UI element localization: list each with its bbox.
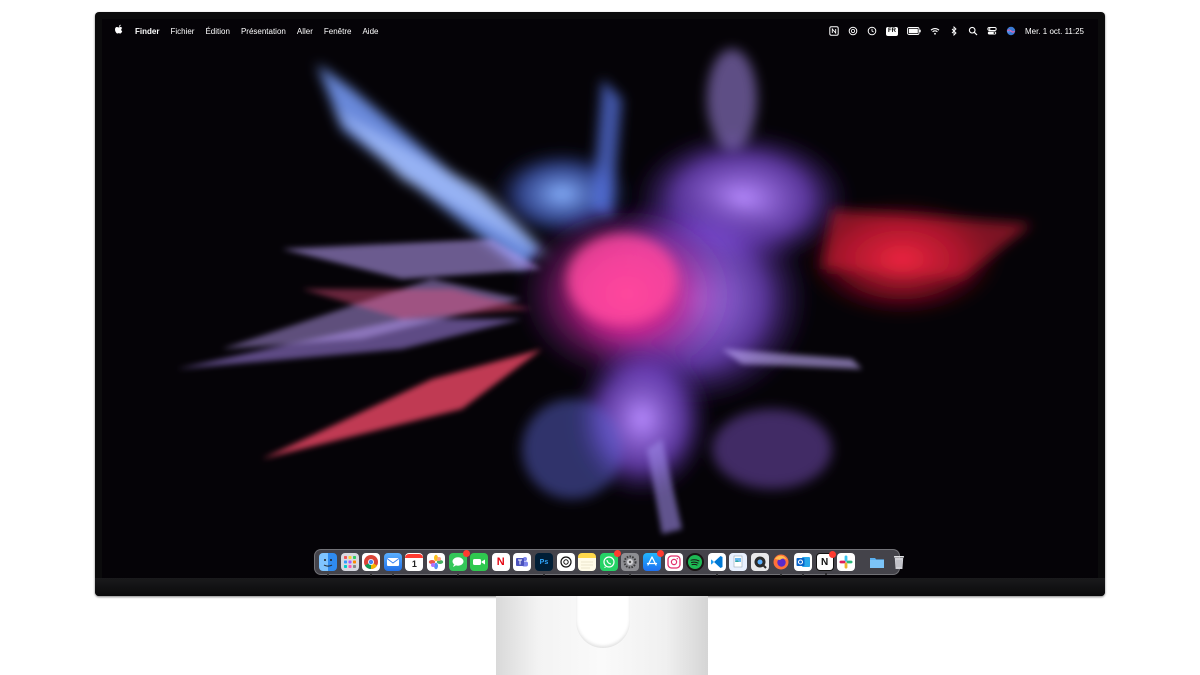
teams-icon[interactable] xyxy=(513,553,532,571)
bluetooth-icon[interactable] xyxy=(949,26,959,36)
wifi-icon[interactable] xyxy=(930,26,940,36)
photos-icon[interactable] xyxy=(426,553,445,571)
menu-fenetre[interactable]: Fenêtre xyxy=(324,27,352,36)
apple-logo-icon[interactable] xyxy=(114,24,124,38)
chrome-icon[interactable] xyxy=(362,553,381,576)
outlook-icon[interactable] xyxy=(794,553,813,576)
running-indicator xyxy=(456,574,459,576)
menu-app-name[interactable]: Finder xyxy=(135,27,159,36)
menu-presentation[interactable]: Présentation xyxy=(241,27,286,36)
notion-menu-icon[interactable] xyxy=(829,26,839,36)
vscode-icon[interactable] xyxy=(707,553,726,576)
preview-icon[interactable] xyxy=(729,553,748,571)
app-store-icon[interactable] xyxy=(642,550,664,571)
menu-aller[interactable]: Aller xyxy=(297,27,313,36)
monitor-chin xyxy=(95,578,1105,596)
mail-icon[interactable] xyxy=(383,553,402,576)
running-indicator xyxy=(391,574,394,576)
menu-bar: Finder Fichier Édition Présentation Alle… xyxy=(102,19,1098,43)
slack-icon[interactable] xyxy=(837,553,856,571)
launchpad-icon[interactable] xyxy=(340,553,359,571)
menu-aide[interactable]: Aide xyxy=(362,27,378,36)
control-center-icon[interactable] xyxy=(987,26,997,36)
dock: 1 N Ps N xyxy=(314,549,905,576)
notification-badge xyxy=(462,550,470,557)
menu-fichier[interactable]: Fichier xyxy=(170,27,194,36)
stand-cutout xyxy=(576,596,630,648)
notion-letter: N xyxy=(821,556,829,568)
chatgpt-icon[interactable] xyxy=(556,553,575,571)
search-icon[interactable] xyxy=(968,26,978,36)
time-machine-icon[interactable] xyxy=(867,26,877,36)
system-settings-icon[interactable] xyxy=(621,553,640,576)
running-indicator xyxy=(327,574,329,576)
downloads-folder-icon[interactable] xyxy=(868,553,886,571)
menu-edition[interactable]: Édition xyxy=(205,27,229,36)
monitor-stand xyxy=(496,596,708,675)
battery-icon[interactable] xyxy=(907,26,921,36)
desktop-screen: Finder Fichier Édition Présentation Alle… xyxy=(102,19,1098,587)
messages-icon[interactable] xyxy=(448,550,470,576)
notion-icon[interactable]: N xyxy=(815,551,836,575)
firefox-icon[interactable] xyxy=(772,553,790,576)
whatsapp-icon[interactable] xyxy=(599,550,621,576)
quicktime-icon[interactable] xyxy=(750,553,769,571)
finder-icon[interactable] xyxy=(319,553,337,576)
calendar-icon[interactable]: 1 xyxy=(405,553,424,571)
running-indicator xyxy=(715,574,718,576)
siri-icon[interactable] xyxy=(1006,26,1016,36)
photoshop-label: Ps xyxy=(539,558,549,566)
notes-icon[interactable] xyxy=(578,553,597,571)
notification-badge xyxy=(656,550,664,557)
wallpaper xyxy=(102,19,1098,587)
menu-clock[interactable]: Mer. 1 oct. 11:25 xyxy=(1025,27,1084,36)
chatgpt-menu-icon[interactable] xyxy=(848,26,858,36)
notification-badge xyxy=(613,550,621,557)
running-indicator xyxy=(607,574,610,576)
notification-badge xyxy=(828,551,836,558)
calendar-day: 1 xyxy=(411,559,417,569)
photoshop-icon[interactable]: Ps xyxy=(534,553,553,576)
spotify-icon[interactable] xyxy=(686,553,705,571)
instagram-icon[interactable] xyxy=(664,553,683,571)
input-language-badge[interactable]: FR xyxy=(886,26,898,36)
netflix-letter: N xyxy=(496,556,505,568)
trash-icon[interactable] xyxy=(890,553,908,571)
netflix-icon[interactable]: N xyxy=(491,553,510,571)
running-indicator xyxy=(824,573,827,575)
monitor: Finder Fichier Édition Présentation Alle… xyxy=(95,12,1105,596)
facetime-icon[interactable] xyxy=(470,553,489,571)
running-indicator xyxy=(542,574,545,576)
